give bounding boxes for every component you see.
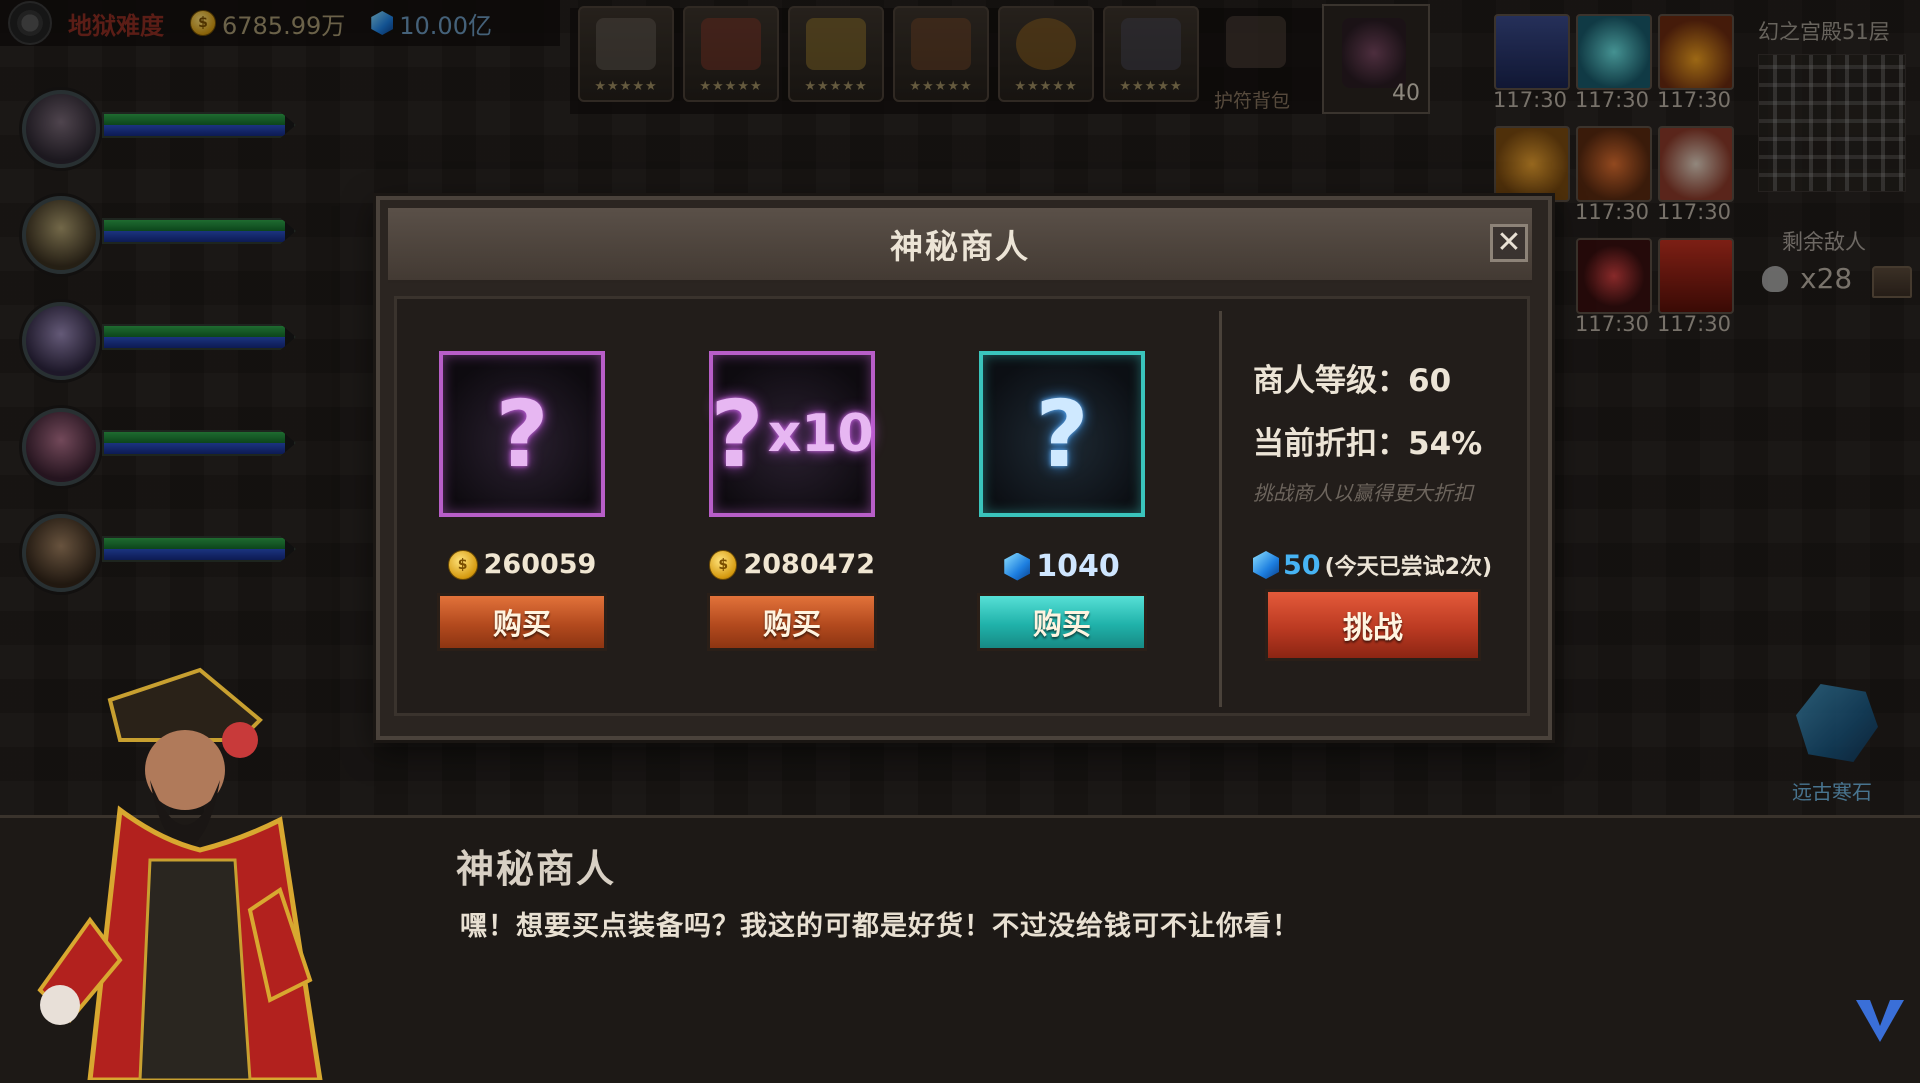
challenge-button[interactable]: 挑战 (1265, 589, 1481, 661)
close-button[interactable]: ✕ (1490, 224, 1528, 262)
mystery-item-x10-card[interactable]: ? x10 (709, 351, 875, 517)
blue-gem-icon (1253, 551, 1279, 579)
mystery-gem-item-card[interactable]: ? (979, 351, 1145, 517)
item-mark: ? (495, 380, 549, 488)
price-value: 1040 (1036, 549, 1120, 584)
blue-gem-icon (1004, 552, 1031, 581)
price-value: 2080472 (743, 549, 875, 580)
merchant-info: 商人等级：60 当前折扣：54% 挑战商人以赢得更大折扣 (1253, 355, 1503, 506)
dialog-header: 神秘商人 (388, 208, 1532, 283)
section-divider (1219, 311, 1222, 707)
challenge-attempts-note: (今天已尝试2次) (1324, 555, 1492, 580)
dialog-title: 神秘商人 (890, 227, 1030, 266)
item-price: $ 260059 (439, 549, 605, 580)
question-mark-icon: ? x10 (710, 355, 874, 513)
gold-coin-icon: $ (447, 549, 478, 580)
dialogue-speaker: 神秘商人 (456, 847, 617, 891)
mystery-item-card[interactable]: ? (439, 351, 605, 517)
buy-button[interactable]: 购买 (437, 593, 607, 651)
challenge-hint: 挑战商人以赢得更大折扣 (1253, 481, 1473, 505)
mystery-merchant-dialog: 神秘商人 ✕ ? $ 260059 购买 ? x10 $ 2080472 购买 (376, 196, 1552, 740)
dialogue-text: 嘿！想要买点装备吗？我这的可都是好货！不过没给钱可不让你看！ (460, 911, 1300, 942)
challenge-cost: 50 (今天已尝试2次) (1253, 549, 1523, 581)
question-mark-icon: ? (443, 355, 601, 513)
merchant-level: 商人等级：60 (1253, 363, 1452, 399)
buy-button[interactable]: 购买 (977, 593, 1147, 651)
pirate-merchant-portrait (37, 667, 323, 1080)
shop-body: ? $ 260059 购买 ? x10 $ 2080472 购买 ? 1040 … (394, 296, 1530, 716)
item-price: 1040 (979, 549, 1145, 584)
question-mark-icon: ? (983, 355, 1141, 513)
item-price: $ 2080472 (709, 549, 875, 580)
price-value: 260059 (483, 549, 597, 580)
current-discount: 当前折扣：54% (1253, 426, 1483, 462)
close-icon: ✕ (1496, 225, 1522, 260)
gold-coin-icon: $ (709, 549, 738, 580)
item-mark: ? (710, 380, 764, 488)
buy-button[interactable]: 购买 (707, 593, 877, 651)
item-multiplier: x10 (767, 404, 874, 464)
continue-arrow-icon[interactable] (1856, 1000, 1904, 1042)
item-mark: ? (1035, 380, 1089, 488)
challenge-cost-value: 50 (1283, 549, 1321, 581)
